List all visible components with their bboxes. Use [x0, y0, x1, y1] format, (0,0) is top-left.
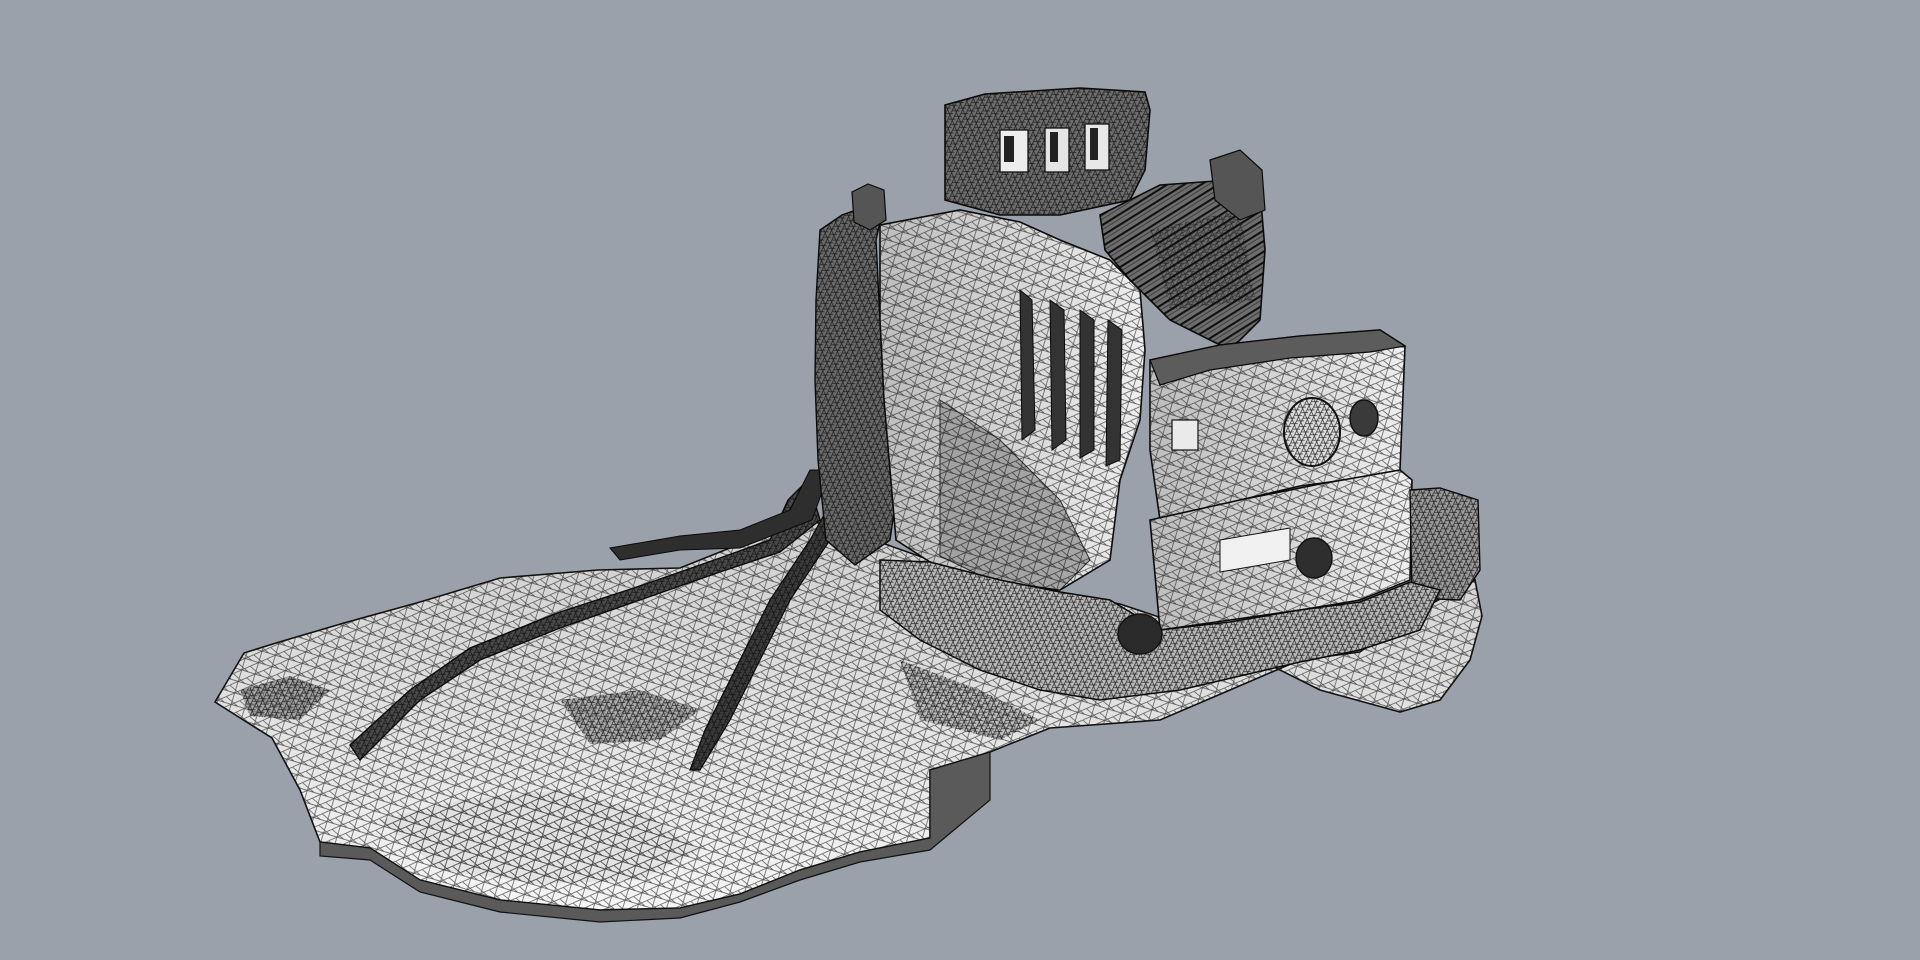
scanned-mesh-model[interactable] [0, 0, 1920, 960]
building-top-block [944, 87, 1151, 216]
building-main-face [879, 209, 1146, 591]
3d-viewport[interactable] [0, 0, 1920, 960]
